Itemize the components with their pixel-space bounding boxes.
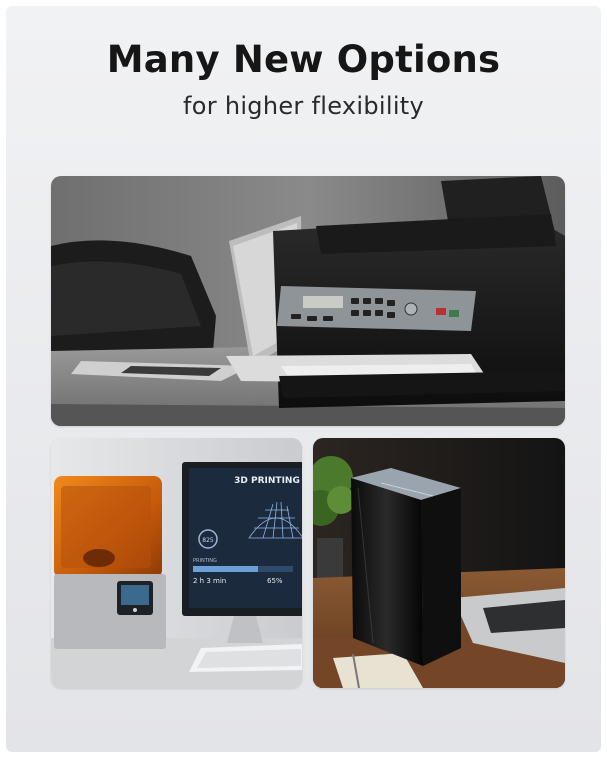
printer-photo bbox=[51, 176, 565, 426]
page-subtitle: for higher flexibility bbox=[183, 92, 424, 120]
3d-printer-photo: 3D PRINTING 825 PRINTING 2 h 3 min 65% bbox=[51, 438, 302, 688]
promo-card: Many New Options for higher flexibility bbox=[6, 6, 601, 752]
screen-value: 825 bbox=[202, 537, 214, 544]
storage-drive-photo bbox=[313, 438, 565, 688]
screen-time: 2 h 3 min bbox=[193, 577, 226, 585]
screen-percent: 65% bbox=[267, 577, 283, 585]
screen-status: PRINTING bbox=[193, 558, 217, 564]
screen-title: 3D PRINTING bbox=[234, 476, 300, 486]
page-title: Many New Options bbox=[106, 38, 501, 81]
